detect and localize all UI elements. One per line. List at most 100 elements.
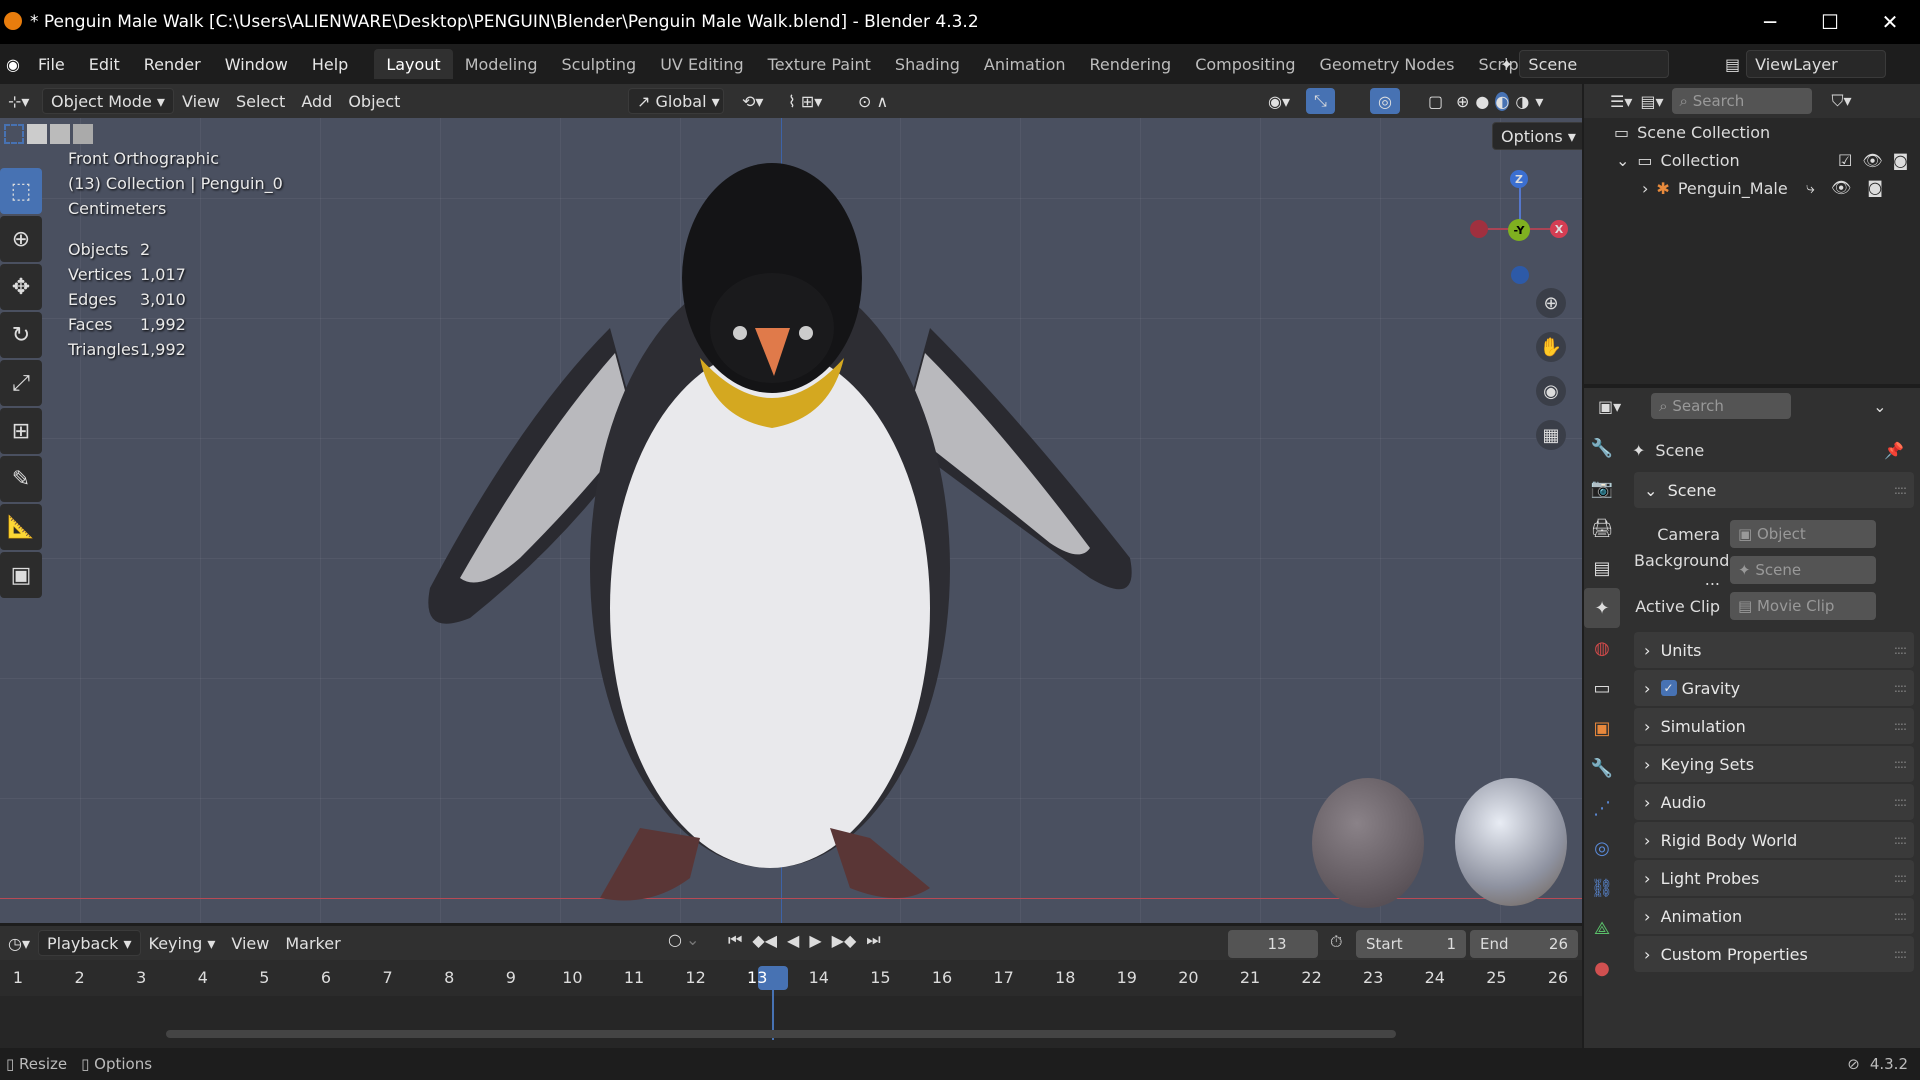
perspective-grid-icon[interactable]: ▦ xyxy=(1536,420,1566,450)
world-tab-icon[interactable]: ◍ xyxy=(1584,628,1620,668)
tab-geometry-nodes[interactable]: Geometry Nodes xyxy=(1308,49,1467,79)
gravity-panel[interactable]: › ✓ Gravity:::: xyxy=(1634,670,1914,706)
wireframe-shading-icon[interactable]: ⊕ xyxy=(1456,92,1469,111)
particles-tab-icon[interactable]: ⋰ xyxy=(1584,788,1620,828)
orientation-dropdown[interactable]: ↗ Global ▾ xyxy=(628,88,724,114)
menu-help[interactable]: Help xyxy=(300,49,360,79)
rigid-body-world-panel[interactable]: › Rigid Body World:::: xyxy=(1634,822,1914,858)
tab-uv-editing[interactable]: UV Editing xyxy=(648,49,755,79)
audio-panel[interactable]: › Audio:::: xyxy=(1634,784,1914,820)
scene-selector[interactable]: Scene xyxy=(1519,50,1670,78)
light-probes-panel[interactable]: › Light Probes:::: xyxy=(1634,860,1914,896)
play-icon[interactable]: ▶ xyxy=(809,931,821,950)
object-visibility-eye-icon[interactable]: 👁 xyxy=(1831,178,1851,198)
timeline-menu-marker[interactable]: Marker xyxy=(277,930,348,956)
options-dropdown[interactable]: Options ▾ xyxy=(1492,122,1582,150)
menu-edit[interactable]: Edit xyxy=(77,49,132,79)
simulation-panel[interactable]: › Simulation:::: xyxy=(1634,708,1914,744)
chevron-right-icon[interactable]: › xyxy=(1642,179,1648,198)
scale-tool-icon[interactable]: ⤢ xyxy=(0,360,42,406)
viewlayer-selector[interactable]: ViewLayer xyxy=(1746,50,1887,78)
units-panel[interactable]: › Units:::: xyxy=(1634,632,1914,668)
render-tab-icon[interactable]: 📷 xyxy=(1584,468,1620,508)
pin-icon[interactable]: 📌 xyxy=(1884,441,1904,460)
menu-object[interactable]: Object xyxy=(340,88,408,114)
maximize-button[interactable]: ☐ xyxy=(1800,0,1860,44)
properties-search-input[interactable]: ⌕ Search xyxy=(1651,393,1792,419)
gizmo-x-axis[interactable]: X xyxy=(1550,220,1568,238)
view-layer-tab-icon[interactable]: ▤ xyxy=(1584,548,1620,588)
keying-dropdown[interactable]: Keying ▾ xyxy=(141,930,224,956)
frame-ruler[interactable] xyxy=(0,960,1582,996)
active-clip-field[interactable]: ▤ Movie Clip xyxy=(1730,592,1876,620)
jump-start-icon[interactable]: ⏮ xyxy=(728,930,742,950)
chevron-down-icon[interactable]: ⌄ xyxy=(1616,151,1629,170)
material-shading-icon[interactable]: ◐ xyxy=(1495,91,1510,111)
scene-tab-icon[interactable]: ✦ xyxy=(1584,588,1620,628)
animation-panel[interactable]: › Animation:::: xyxy=(1634,898,1914,934)
solid-shading-icon[interactable]: ● xyxy=(1475,92,1489,111)
blender-menu-icon[interactable]: ◉ xyxy=(0,55,26,74)
cursor-tool-icon[interactable]: ⊕ xyxy=(0,216,42,262)
physics-tab-icon[interactable]: ◎ xyxy=(1584,828,1620,868)
menu-add[interactable]: Add xyxy=(293,88,340,114)
gravity-checkbox[interactable]: ✓ xyxy=(1660,680,1677,696)
properties-options-chevron-icon[interactable]: ⌄ xyxy=(1873,397,1886,416)
material-tab-icon[interactable]: ● xyxy=(1584,948,1620,988)
auto-keying-record-icon[interactable]: ○ xyxy=(668,930,682,949)
measure-tool-icon[interactable]: 📐 xyxy=(0,504,42,550)
mode-dropdown[interactable]: Object Mode ▾ xyxy=(42,88,174,114)
current-frame-field[interactable]: 13 xyxy=(1228,930,1318,958)
preview-range-icon[interactable]: ⏱ xyxy=(1330,932,1342,952)
prev-keyframe-icon[interactable]: ◆◀ xyxy=(752,931,777,950)
navigation-gizmo[interactable]: Z -Y X xyxy=(1470,168,1570,284)
tab-layout[interactable]: Layout xyxy=(374,49,453,79)
editor-type-icon[interactable]: ⊹▾ xyxy=(0,88,42,114)
3d-viewport[interactable]: Front Orthographic (13) Collection | Pen… xyxy=(0,118,1582,923)
menu-window[interactable]: Window xyxy=(213,49,300,79)
data-tab-icon[interactable]: ⟁ xyxy=(1584,908,1620,948)
object-tab-icon[interactable]: ▣ xyxy=(1584,708,1620,748)
object-render-camera-icon[interactable]: ◙ xyxy=(1867,178,1883,198)
camera-field[interactable]: ▣ Object xyxy=(1730,520,1876,548)
tab-modeling[interactable]: Modeling xyxy=(453,49,550,79)
select-subtract-icon[interactable] xyxy=(50,124,70,144)
gizmo-toggle-icon[interactable]: ⤡ xyxy=(1306,88,1335,114)
pan-hand-icon[interactable]: ✋ xyxy=(1536,332,1566,362)
timeline-editor-type-icon[interactable]: ◷▾ xyxy=(0,930,38,956)
tab-sculpting[interactable]: Sculpting xyxy=(549,49,648,79)
add-cube-tool-icon[interactable]: ▣ xyxy=(0,552,42,598)
end-frame-field[interactable]: End 26 xyxy=(1470,930,1578,958)
visibility-icon[interactable]: ◉▾ xyxy=(1260,88,1298,114)
background-scene-field[interactable]: ✦ Scene xyxy=(1730,556,1876,584)
gizmo-neg-z-axis[interactable] xyxy=(1511,266,1529,284)
modifier-tab-icon[interactable]: 🔧 xyxy=(1584,748,1620,788)
playback-dropdown[interactable]: Playback ▾ xyxy=(38,930,141,956)
shading-modes[interactable]: ⊕ ● ◐ ◑ ▾ xyxy=(1448,88,1551,114)
outliner-collection-row[interactable]: ⌄ ▭ Collection ☑ 👁 ◙ xyxy=(1584,146,1920,174)
exclude-checkbox[interactable]: ☑ xyxy=(1838,151,1852,170)
collection-tab-icon[interactable]: ▭ xyxy=(1584,668,1620,708)
filter-icon[interactable]: ⛉▾ xyxy=(1832,91,1852,111)
select-box-tool-icon[interactable]: ⬚ xyxy=(0,168,42,214)
select-new-icon[interactable] xyxy=(4,124,24,144)
output-tab-icon[interactable]: 🖨 xyxy=(1584,508,1620,548)
outliner-search-input[interactable]: ⌕ Search xyxy=(1671,88,1812,114)
keying-sets-panel[interactable]: › Keying Sets:::: xyxy=(1634,746,1914,782)
proportional-edit-icon[interactable]: ⊙ ∧ xyxy=(850,88,896,114)
camera-view-icon[interactable]: ◉ xyxy=(1536,376,1566,406)
outliner-editor-type-icon[interactable]: ☰▾ xyxy=(1610,92,1632,111)
snap-icon[interactable]: ⌇ ⊞▾ xyxy=(780,88,830,114)
render-camera-icon[interactable]: ◙ xyxy=(1893,151,1909,170)
gizmo-neg-x-axis[interactable] xyxy=(1470,220,1488,238)
pivot-icon[interactable]: ⟲▾ xyxy=(734,88,771,114)
move-tool-icon[interactable]: ✥ xyxy=(0,264,42,310)
properties-editor-type-icon[interactable]: ▣▾ xyxy=(1598,397,1621,416)
jump-end-icon[interactable]: ⏭ xyxy=(866,930,880,950)
annotate-tool-icon[interactable]: ✎ xyxy=(0,456,42,502)
tab-compositing[interactable]: Compositing xyxy=(1183,49,1307,79)
timeline-menu-view[interactable]: View xyxy=(223,930,277,956)
start-frame-field[interactable]: Start 1 xyxy=(1356,930,1466,958)
timeline-scrollbar[interactable] xyxy=(166,1030,1396,1038)
menu-select[interactable]: Select xyxy=(228,88,293,114)
